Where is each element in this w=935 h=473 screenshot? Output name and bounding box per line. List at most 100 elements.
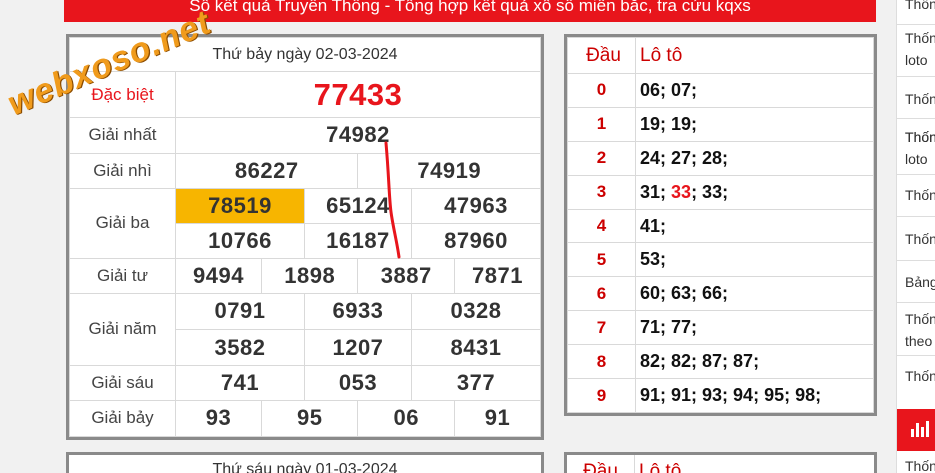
sidebar-link[interactable]: Thốn bbox=[905, 187, 935, 203]
hand-drawn-red-line bbox=[384, 141, 401, 259]
loto-row: 0 06; 07; bbox=[567, 73, 874, 108]
prize-label-fifth: Giải năm bbox=[69, 292, 176, 367]
sidebar-link[interactable]: Bảng bbox=[905, 274, 935, 290]
loto-value-text: 71; 77; bbox=[640, 317, 698, 338]
loto-value-text: 19; 19; bbox=[640, 113, 698, 134]
loto-head: 3 bbox=[567, 174, 636, 210]
prize-value-fourth: 7871 bbox=[453, 258, 542, 294]
loto-row: 1 19; 19; bbox=[567, 106, 874, 142]
sidebar-divider bbox=[897, 76, 935, 77]
loto-row: 7 71; 77; bbox=[567, 310, 874, 346]
prize-value-seventh: 91 bbox=[453, 399, 542, 438]
prize-row-sixth: Giải sáu 741 053 377 bbox=[69, 365, 542, 401]
loto-panel: Đầu Lô tô 0 06; 07; 1 19; 19; 2 24; 27; … bbox=[564, 34, 877, 416]
loto-special-value: 33 bbox=[671, 181, 692, 202]
sidebar-divider bbox=[897, 302, 935, 303]
loto-row: 3 31; 33; 33; bbox=[567, 174, 874, 210]
prize-row-second: Giải nhì 86227 74919 bbox=[69, 153, 541, 189]
loto-value-text: 31; bbox=[640, 181, 672, 202]
sidebar-link[interactable]: Thốn bbox=[905, 368, 935, 384]
prize-value-fifth: 1207 bbox=[303, 328, 412, 367]
sidebar-divider bbox=[897, 174, 935, 175]
right-sidebar: Thốn Thốn loto Thốn Thốn loto Thốn Thốn … bbox=[896, 0, 935, 473]
next-loto-values-label: Lô tô bbox=[639, 461, 682, 473]
prize-value-fifth: 8431 bbox=[410, 328, 542, 367]
prize-value-third: 47963 bbox=[410, 187, 542, 224]
loto-values: 41; bbox=[635, 208, 874, 244]
loto-values: 19; 19; bbox=[635, 106, 874, 142]
prize-label-third: Giải ba bbox=[69, 187, 176, 260]
sidebar-divider bbox=[897, 260, 935, 261]
prize-value-sixth: 377 bbox=[410, 365, 542, 401]
sidebar-link[interactable]: Thốn bbox=[905, 311, 935, 327]
loto-head: 5 bbox=[567, 242, 636, 278]
stats-section-header[interactable] bbox=[897, 409, 935, 451]
loto-row: 2 24; 27; 28; bbox=[567, 140, 874, 176]
prize-value-third: 78519 bbox=[175, 187, 305, 224]
loto-head: 9 bbox=[567, 378, 636, 413]
sidebar-divider bbox=[897, 24, 935, 25]
prize-value-third: 10766 bbox=[175, 222, 305, 260]
sidebar-divider bbox=[897, 118, 935, 119]
loto-head: 6 bbox=[567, 276, 636, 312]
prize-row-third: Giải ba 78519 65124 47963 bbox=[69, 187, 542, 260]
sidebar-link[interactable]: Thốn bbox=[905, 0, 935, 12]
loto-value-text: 53; bbox=[640, 249, 667, 270]
prize-label-first: Giải nhất bbox=[69, 116, 176, 155]
prize-row-fifth: Giải năm 0791 6933 0328 bbox=[69, 292, 542, 367]
loto-head: 4 bbox=[567, 208, 636, 244]
bar-chart-icon bbox=[911, 421, 929, 437]
banner-text: Sổ kết quả Truyền Thống - Tổng hợp kết q… bbox=[189, 0, 751, 15]
loto-row: 9 91; 91; 93; 94; 95; 98; bbox=[567, 378, 874, 413]
sidebar-link[interactable]: Thốn bbox=[905, 91, 935, 107]
prize-value-fifth: 0328 bbox=[410, 292, 542, 330]
loto-values: 82; 82; 87; 87; bbox=[635, 344, 874, 380]
sidebar-link[interactable]: loto bbox=[905, 52, 928, 68]
loto-head: 2 bbox=[567, 140, 636, 176]
sidebar-link[interactable]: Thốn bbox=[905, 129, 935, 145]
sidebar-divider bbox=[897, 216, 935, 217]
sidebar-link[interactable]: Thốn bbox=[905, 30, 935, 46]
prize-label-fourth: Giải tư bbox=[69, 258, 176, 294]
loto-header-row: Đầu Lô tô bbox=[567, 37, 874, 74]
prize-value-first: 74982 bbox=[175, 116, 541, 155]
loto-value-text: ; 33; bbox=[691, 181, 729, 202]
loto-values: 91; 91; 93; 94; 95; 98; bbox=[635, 378, 874, 413]
prize-value-seventh: 95 bbox=[260, 399, 359, 438]
loto-row: 6 60; 63; 66; bbox=[567, 276, 874, 312]
prize-value-fifth: 0791 bbox=[175, 292, 305, 330]
loto-values: 60; 63; 66; bbox=[635, 276, 874, 312]
prize-value-special: 77433 bbox=[175, 71, 541, 118]
loto-row: 8 82; 82; 87; 87; bbox=[567, 344, 874, 380]
prize-row-first: Giải nhất 74982 bbox=[69, 116, 541, 155]
prize-value-third: 87960 bbox=[410, 222, 542, 260]
loto-table: Đầu Lô tô 0 06; 07; 1 19; 19; 2 24; 27; … bbox=[567, 37, 874, 413]
prize-value-fifth: 3582 bbox=[175, 328, 305, 367]
next-result-panel: Thứ sáu ngày 01-03-2024 bbox=[66, 452, 544, 473]
loto-value-text: 82; 82; 87; 87; bbox=[640, 351, 760, 372]
prize-value-sixth: 741 bbox=[175, 365, 305, 401]
loto-head: 1 bbox=[567, 106, 636, 142]
loto-value-text: 60; 63; 66; bbox=[640, 283, 729, 304]
prize-value-fourth: 1898 bbox=[260, 258, 359, 294]
sidebar-link[interactable]: theo bbox=[905, 333, 932, 349]
prize-value-seventh: 93 bbox=[175, 399, 262, 438]
prize-value-fourth: 9494 bbox=[175, 258, 262, 294]
sidebar-link[interactable]: Thốn bbox=[905, 458, 935, 473]
sidebar-link[interactable]: loto bbox=[905, 151, 928, 167]
prize-row-special: Đặc biệt 77433 bbox=[69, 71, 541, 118]
loto-values: 24; 27; 28; bbox=[635, 140, 874, 176]
prize-value-sixth: 053 bbox=[303, 365, 412, 401]
prize-row-seventh: Giải bảy 93 95 06 91 bbox=[69, 399, 542, 438]
next-draw-date: Thứ sáu ngày 01-03-2024 bbox=[212, 461, 398, 473]
sidebar-link[interactable]: Thốn bbox=[905, 231, 935, 247]
prize-row-fourth: Giải tư 9494 1898 3887 7871 bbox=[69, 258, 542, 294]
sidebar-divider bbox=[897, 355, 935, 356]
loto-value-text: 06; 07; bbox=[640, 79, 698, 100]
prize-value-fifth: 6933 bbox=[303, 292, 412, 330]
result-table: Thứ bảy ngày 02-03-2024 Đặc biệt 77433 G… bbox=[69, 36, 542, 438]
result-panel: Thứ bảy ngày 02-03-2024 Đặc biệt 77433 G… bbox=[66, 34, 544, 440]
loto-values: 53; bbox=[635, 242, 874, 278]
loto-value-text: 24; 27; 28; bbox=[640, 147, 729, 168]
loto-values: 71; 77; bbox=[635, 310, 874, 346]
